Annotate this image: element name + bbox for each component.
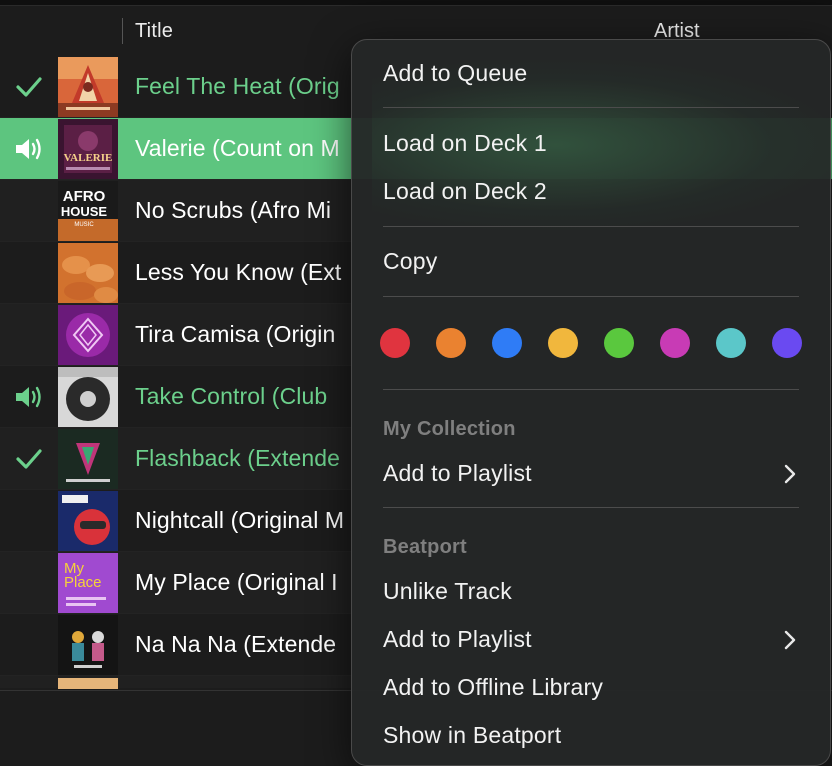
color-swatch-green[interactable] bbox=[604, 328, 634, 358]
color-swatch-orange[interactable] bbox=[436, 328, 466, 358]
album-art bbox=[58, 491, 118, 551]
album-art: AFRO HOUSE MUSIC bbox=[58, 181, 118, 241]
menu-item-add-to-playlist-beatport[interactable]: Add to Playlist bbox=[383, 626, 532, 653]
album-art bbox=[58, 615, 118, 675]
menu-divider bbox=[383, 226, 799, 227]
art-text: HOUSE bbox=[61, 204, 108, 219]
menu-item-add-to-queue[interactable]: Add to Queue bbox=[383, 60, 527, 87]
album-art bbox=[58, 243, 118, 303]
color-swatch-magenta[interactable] bbox=[660, 328, 690, 358]
track-title: No Scrubs (Afro Mi bbox=[135, 197, 332, 223]
track-title: Valerie (Count on M bbox=[135, 135, 340, 161]
track-title: Na Na Na (Extende bbox=[135, 631, 337, 657]
color-swatch-purple[interactable] bbox=[772, 328, 802, 358]
art-text: MUSIC bbox=[74, 222, 94, 228]
track-title: Feel The Heat (Orig bbox=[135, 73, 340, 99]
menu-item-copy[interactable]: Copy bbox=[383, 248, 438, 275]
context-menu: Add to Queue Load on Deck 1 Load on Deck… bbox=[351, 39, 831, 766]
album-art bbox=[58, 57, 118, 117]
album-art: My Place bbox=[58, 553, 118, 613]
color-swatch-yellow[interactable] bbox=[548, 328, 578, 358]
menu-item-load-deck-1[interactable]: Load on Deck 1 bbox=[383, 130, 547, 157]
menu-item-load-deck-2[interactable]: Load on Deck 2 bbox=[383, 178, 547, 205]
menu-item-add-to-offline-library[interactable]: Add to Offline Library bbox=[383, 674, 603, 701]
menu-section-beatport: Beatport bbox=[383, 536, 467, 558]
track-title: Flashback (Extende bbox=[135, 445, 341, 471]
album-art bbox=[58, 367, 118, 427]
menu-divider bbox=[383, 107, 799, 108]
chevron-right-icon bbox=[782, 462, 798, 486]
menu-divider bbox=[383, 296, 799, 297]
track-title: Nightcall (Original M bbox=[135, 507, 345, 533]
app-window: Title Artist Feel The Heat (Orig VALERIE… bbox=[0, 0, 832, 766]
check-icon bbox=[0, 428, 58, 490]
speaker-icon bbox=[0, 118, 58, 180]
menu-divider bbox=[383, 507, 799, 508]
art-text: AFRO bbox=[63, 188, 106, 205]
track-title: Less You Know (Ext bbox=[135, 259, 342, 285]
color-swatch-cyan[interactable] bbox=[716, 328, 746, 358]
column-separator[interactable] bbox=[122, 18, 123, 44]
chevron-right-icon bbox=[782, 628, 798, 652]
menu-item-show-in-beatport[interactable]: Show in Beatport bbox=[383, 722, 561, 749]
menu-divider bbox=[383, 389, 799, 390]
album-art bbox=[58, 677, 118, 689]
color-swatch-blue[interactable] bbox=[492, 328, 522, 358]
album-art bbox=[58, 305, 118, 365]
album-art: VALERIE bbox=[58, 119, 118, 179]
track-title: Take Control (Club bbox=[135, 383, 328, 409]
menu-section-my-collection: My Collection bbox=[383, 418, 516, 440]
color-swatch-red[interactable] bbox=[380, 328, 410, 358]
art-text: VALERIE bbox=[64, 152, 113, 164]
speaker-icon bbox=[0, 366, 58, 428]
track-title: My Place (Original I bbox=[135, 569, 338, 595]
album-art bbox=[58, 429, 118, 489]
track-title: Tira Camisa (Origin bbox=[135, 321, 336, 347]
column-header-title[interactable]: Title bbox=[135, 20, 173, 43]
check-icon bbox=[0, 56, 58, 118]
menu-item-add-to-playlist-collection[interactable]: Add to Playlist bbox=[383, 460, 532, 487]
menu-item-unlike-track[interactable]: Unlike Track bbox=[383, 578, 512, 605]
art-text: Place bbox=[64, 574, 102, 591]
